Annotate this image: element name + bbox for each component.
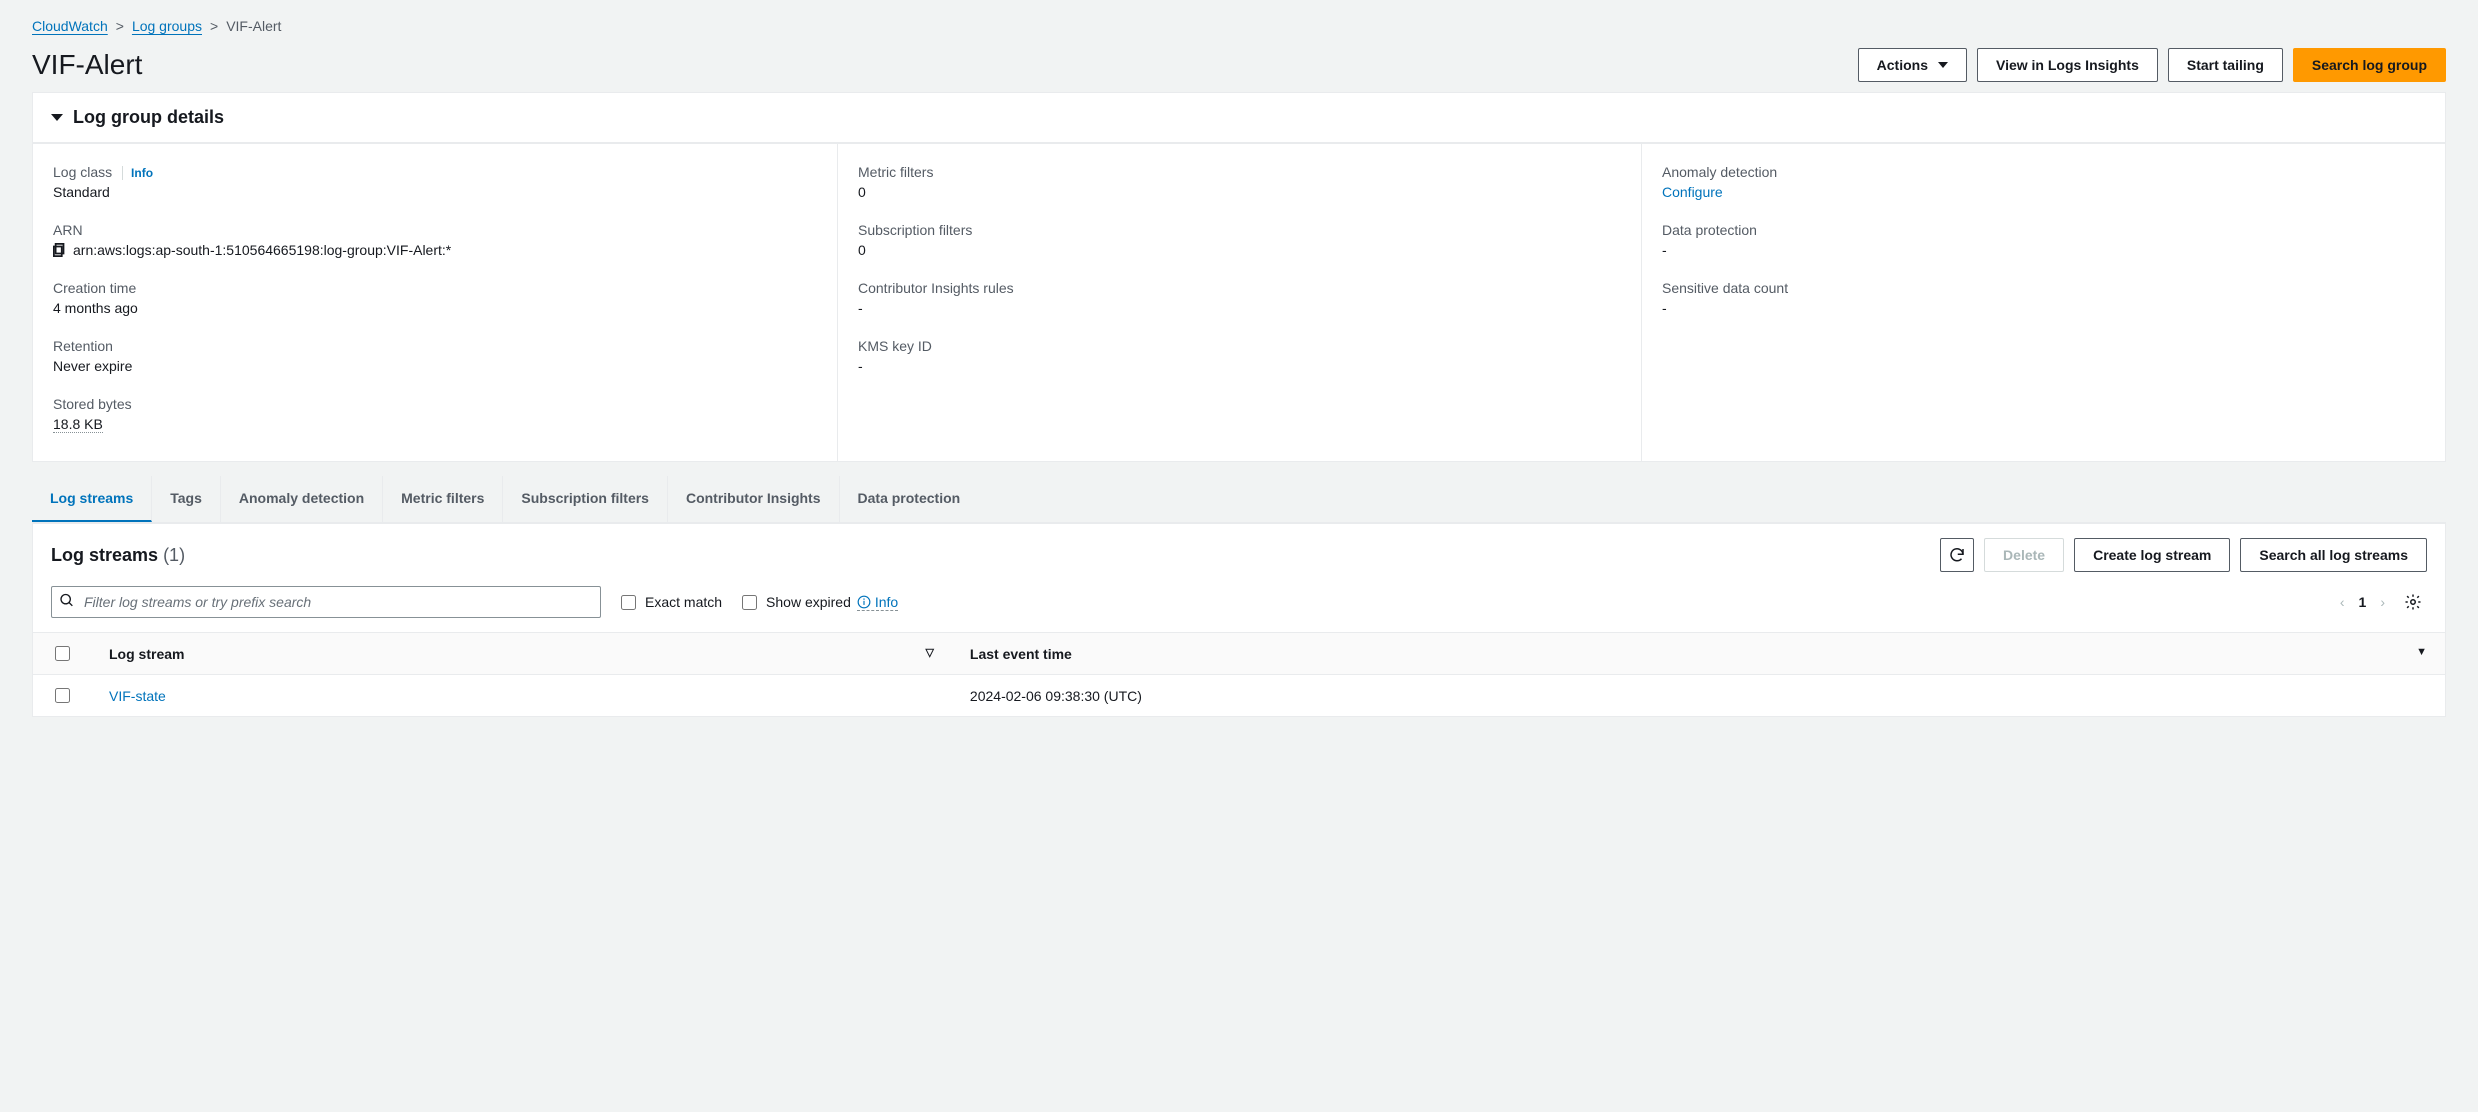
subscription-filters-label: Subscription filters bbox=[858, 222, 1621, 238]
tab-data-protection[interactable]: Data protection bbox=[840, 476, 979, 522]
col-last-event-time[interactable]: Last event time ▼ bbox=[952, 633, 2445, 675]
creation-time-value: 4 months ago bbox=[53, 300, 817, 316]
data-protection-value: - bbox=[1662, 242, 2425, 258]
log-class-info-link[interactable]: Info bbox=[122, 166, 153, 180]
stored-bytes-label: Stored bytes bbox=[53, 396, 817, 412]
search-log-group-button[interactable]: Search log group bbox=[2293, 48, 2446, 82]
search-icon bbox=[59, 593, 75, 612]
exact-match-option[interactable]: Exact match bbox=[617, 592, 722, 613]
log-streams-title: Log streams (1) bbox=[51, 545, 185, 566]
retention-label: Retention bbox=[53, 338, 817, 354]
exact-match-label: Exact match bbox=[645, 594, 722, 610]
creation-time-label: Creation time bbox=[53, 280, 817, 296]
table-settings-button[interactable] bbox=[2399, 588, 2427, 616]
page-header: VIF-Alert Actions View in Logs Insights … bbox=[32, 48, 2446, 82]
kms-key-label: KMS key ID bbox=[858, 338, 1621, 354]
details-col-3: Anomaly detection Configure Data protect… bbox=[1641, 144, 2445, 461]
gear-icon bbox=[2404, 593, 2422, 611]
create-log-stream-button[interactable]: Create log stream bbox=[2074, 538, 2230, 572]
breadcrumb-cloudwatch[interactable]: CloudWatch bbox=[32, 18, 108, 34]
log-streams-card: Log streams (1) Delete Create log stream… bbox=[32, 523, 2446, 717]
sensitive-data-label: Sensitive data count bbox=[1662, 280, 2425, 296]
breadcrumb-sep: > bbox=[210, 18, 218, 34]
sort-indicator-icon: ▽ bbox=[925, 646, 933, 659]
sort-indicator-icon: ▼ bbox=[2416, 646, 2427, 658]
page-prev[interactable]: ‹ bbox=[2340, 594, 2345, 610]
view-logs-insights-button[interactable]: View in Logs Insights bbox=[1977, 48, 2158, 82]
page-number: 1 bbox=[2359, 594, 2367, 610]
log-streams-count: (1) bbox=[163, 545, 185, 565]
breadcrumb-sep: > bbox=[116, 18, 124, 34]
arn-value: arn:aws:logs:ap-south-1:510564665198:log… bbox=[53, 242, 817, 258]
tab-log-streams[interactable]: Log streams bbox=[32, 476, 152, 522]
anomaly-detection-label: Anomaly detection bbox=[1662, 164, 2425, 180]
search-all-log-streams-button[interactable]: Search all log streams bbox=[2240, 538, 2427, 572]
metric-filters-value: 0 bbox=[858, 184, 1621, 200]
metric-filters-label: Metric filters bbox=[858, 164, 1621, 180]
details-col-2: Metric filters 0 Subscription filters 0 … bbox=[837, 144, 1641, 461]
filter-field bbox=[51, 586, 601, 618]
tab-metric-filters[interactable]: Metric filters bbox=[383, 476, 503, 522]
actions-dropdown[interactable]: Actions bbox=[1858, 48, 1967, 82]
delete-button[interactable]: Delete bbox=[1984, 538, 2064, 572]
actions-label: Actions bbox=[1877, 55, 1928, 75]
details-title: Log group details bbox=[73, 107, 224, 128]
log-class-value: Standard bbox=[53, 184, 817, 200]
select-all-checkbox[interactable] bbox=[55, 646, 70, 661]
tabs: Log streams Tags Anomaly detection Metri… bbox=[32, 476, 2446, 523]
triangle-down-icon bbox=[51, 114, 63, 121]
sensitive-data-value: - bbox=[1662, 300, 2425, 316]
stored-bytes-value: 18.8 KB bbox=[53, 416, 103, 433]
exact-match-checkbox[interactable] bbox=[621, 595, 636, 610]
row-checkbox[interactable] bbox=[55, 688, 70, 703]
table-row: VIF-state 2024-02-06 09:38:30 (UTC) bbox=[33, 675, 2445, 717]
log-class-label: Log class Info bbox=[53, 164, 817, 180]
breadcrumb-current: VIF-Alert bbox=[226, 18, 281, 34]
tab-contributor-insights[interactable]: Contributor Insights bbox=[668, 476, 840, 522]
kms-key-value: - bbox=[858, 358, 1621, 374]
page-next[interactable]: › bbox=[2380, 594, 2385, 610]
breadcrumb-log-groups[interactable]: Log groups bbox=[132, 18, 202, 34]
show-expired-label: Show expired bbox=[766, 594, 851, 610]
caret-down-icon bbox=[1938, 62, 1948, 68]
copy-icon[interactable] bbox=[53, 243, 67, 257]
subscription-filters-value: 0 bbox=[858, 242, 1621, 258]
filter-input[interactable] bbox=[51, 586, 601, 618]
log-streams-table: Log stream ▽ Last event time ▼ VIF-state… bbox=[33, 632, 2445, 716]
pager: ‹ 1 › bbox=[2340, 588, 2427, 616]
anomaly-configure-link[interactable]: Configure bbox=[1662, 184, 1723, 200]
info-icon bbox=[857, 595, 871, 609]
log-stream-link[interactable]: VIF-state bbox=[109, 688, 166, 704]
details-grid: Log class Info Standard ARN arn:aws:logs… bbox=[33, 143, 2445, 461]
col-log-stream[interactable]: Log stream ▽ bbox=[91, 633, 952, 675]
details-toggle[interactable]: Log group details bbox=[33, 93, 2445, 143]
details-col-1: Log class Info Standard ARN arn:aws:logs… bbox=[33, 144, 837, 461]
contributor-insights-label: Contributor Insights rules bbox=[858, 280, 1621, 296]
tab-subscription-filters[interactable]: Subscription filters bbox=[503, 476, 668, 522]
log-group-details-panel: Log group details Log class Info Standar… bbox=[32, 92, 2446, 462]
show-expired-checkbox[interactable] bbox=[742, 595, 757, 610]
show-expired-option[interactable]: Show expired Info bbox=[738, 592, 898, 613]
data-protection-label: Data protection bbox=[1662, 222, 2425, 238]
page-title: VIF-Alert bbox=[32, 49, 142, 81]
show-expired-info[interactable]: Info bbox=[857, 594, 898, 611]
retention-value: Never expire bbox=[53, 358, 817, 374]
tab-tags[interactable]: Tags bbox=[152, 476, 221, 522]
refresh-button[interactable] bbox=[1940, 538, 1974, 572]
breadcrumb: CloudWatch > Log groups > VIF-Alert bbox=[32, 18, 2446, 34]
contributor-insights-value: - bbox=[858, 300, 1621, 316]
tab-anomaly-detection[interactable]: Anomaly detection bbox=[221, 476, 383, 522]
arn-label: ARN bbox=[53, 222, 817, 238]
header-actions: Actions View in Logs Insights Start tail… bbox=[1858, 48, 2446, 82]
last-event-time: 2024-02-06 09:38:30 (UTC) bbox=[952, 675, 2445, 717]
refresh-icon bbox=[1948, 546, 1966, 564]
start-tailing-button[interactable]: Start tailing bbox=[2168, 48, 2283, 82]
